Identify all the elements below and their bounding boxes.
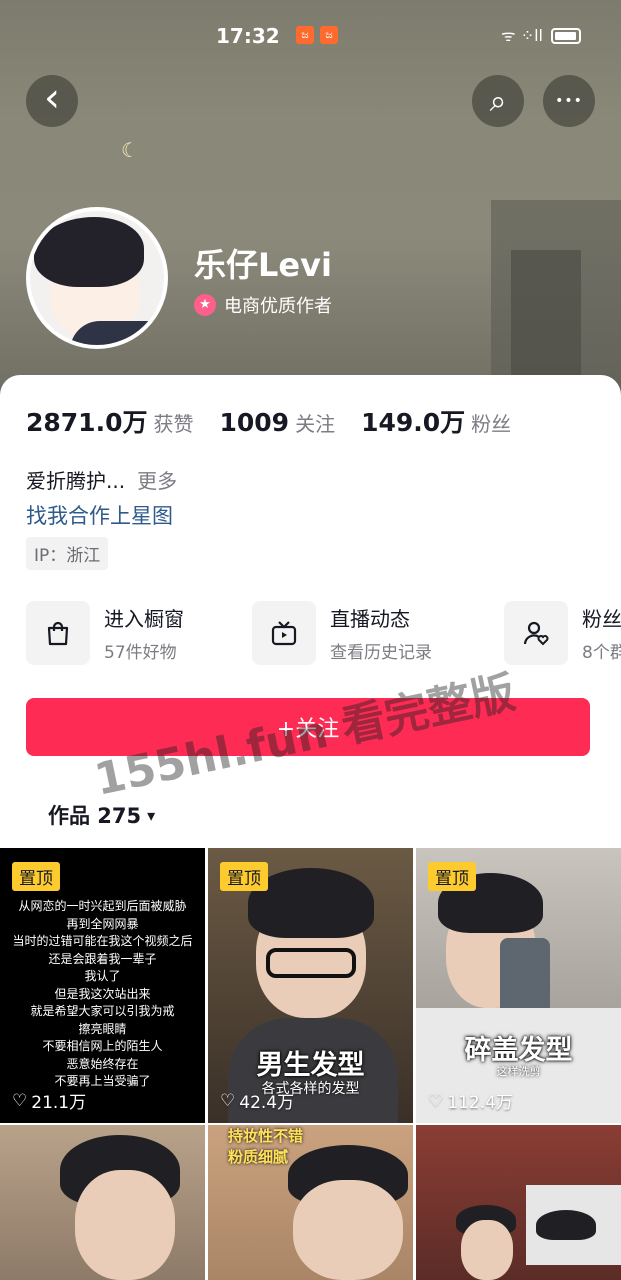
tv-icon (252, 601, 316, 665)
shortcut-subtitle: 8个群 (582, 643, 621, 663)
video-subtitle: 这样洗剪 (496, 1065, 541, 1078)
shortcut-shop-window[interactable]: 进入橱窗 57件好物 (26, 601, 184, 665)
video-tile[interactable] (0, 1125, 205, 1280)
notification-badge: ಜ (296, 26, 314, 44)
like-count: ♡ 21.1万 (12, 1090, 87, 1114)
video-tile[interactable]: 置顶 男生发型 各式各样的发型 ♡ 42.4万 (208, 848, 413, 1123)
status-time: 17:32 (216, 24, 280, 48)
back-button[interactable]: ‹ (26, 75, 78, 127)
shopping-bag-icon (26, 601, 90, 665)
stat-label: 粉丝 (471, 412, 512, 436)
shortcut-title: 粉丝群 (582, 607, 621, 631)
video-caption: 持妆性不错 (228, 1127, 304, 1145)
video-tile[interactable] (416, 1125, 621, 1280)
avatar[interactable] (26, 207, 168, 349)
profile-stats: 2871.0万 获赞 1009 关注 149.0万 粉丝 (26, 403, 537, 439)
status-bar: 17:32 ಜ ಜ ᯤ ⁘ll (0, 20, 621, 52)
like-count: ♡ 112.4万 (428, 1090, 513, 1114)
bio-text: 爱折腾护... (26, 469, 126, 493)
stat-followers[interactable]: 149.0万 粉丝 (361, 403, 511, 439)
star-icon: ★ (194, 294, 216, 316)
chevron-down-icon: ▾ (147, 805, 156, 825)
creator-badge-label: 电商优质作者 (224, 296, 332, 317)
signal-icon: ᯤ ⁘ll (501, 26, 543, 45)
video-tile[interactable]: 置顶 从网恋的一时兴起到后面被威胁 再到全网网暴 当时的过错可能在我这个视频之后… (0, 848, 205, 1123)
heart-icon: ♡ (220, 1090, 236, 1111)
stat-value: 1009 (219, 408, 290, 437)
stat-following[interactable]: 1009 关注 (219, 408, 335, 437)
search-icon: ⌕ (489, 83, 507, 119)
video-caption: 从网恋的一时兴起到后面被威胁 再到全网网暴 当时的过错可能在我这个视频之后 还是… (12, 899, 193, 1088)
stat-likes[interactable]: 2871.0万 获赞 (26, 403, 193, 439)
fans-icon (504, 601, 568, 665)
pinned-badge: 置顶 (12, 862, 60, 891)
more-icon: ••• (555, 93, 583, 109)
moon-icon: ☾ (121, 138, 139, 162)
battery-icon (551, 28, 581, 44)
back-icon: ‹ (44, 75, 60, 121)
works-label: 作品 275 (48, 804, 142, 828)
heart-icon: ♡ (12, 1090, 28, 1111)
search-button[interactable]: ⌕ (472, 75, 524, 127)
stat-value: 2871.0万 (26, 408, 148, 437)
creator-badge[interactable]: ★ 电商优质作者 (194, 292, 332, 318)
shortcut-live-history[interactable]: 直播动态 查看历史记录 (252, 601, 432, 665)
shortcut-subtitle: 57件好物 (104, 643, 177, 663)
stat-value: 149.0万 (361, 408, 466, 437)
heart-icon: ♡ (428, 1090, 444, 1111)
stat-label: 关注 (295, 412, 336, 436)
more-button[interactable]: ••• (543, 75, 595, 127)
bio-more-link[interactable]: 更多 (137, 469, 177, 493)
shortcut-title: 进入橱窗 (104, 607, 184, 631)
video-caption: 粉质细腻 (228, 1148, 289, 1166)
xingtu-link[interactable]: 找我合作上星图 (26, 500, 173, 530)
shortcut-subtitle: 查看历史记录 (330, 643, 432, 663)
shortcut-row: 进入橱窗 57件好物 直播动态 查看历史记录 粉丝群 8个群 (26, 601, 621, 665)
bio: 爱折腾护... 更多 (26, 465, 177, 494)
profile-name: 乐仔Levi (194, 246, 332, 284)
ip-location-badge: IP：浙江 (26, 537, 109, 570)
stat-label: 获赞 (153, 412, 194, 436)
pinned-badge: 置顶 (428, 862, 476, 891)
notification-badge: ಜ (320, 26, 338, 44)
video-tile[interactable]: 持妆性不错 粉质细腻 (208, 1125, 413, 1280)
like-count: ♡ 42.4万 (220, 1090, 295, 1114)
shortcut-title: 直播动态 (330, 607, 410, 631)
shortcut-fans-group[interactable]: 粉丝群 8个群 (504, 601, 621, 665)
video-title: 男生发型 (256, 1050, 365, 1081)
pinned-badge: 置顶 (220, 862, 268, 891)
video-tile[interactable]: 置顶 碎盖发型 这样洗剪 ♡ 112.4万 (416, 848, 621, 1123)
video-title: 碎盖发型 (464, 1035, 573, 1066)
